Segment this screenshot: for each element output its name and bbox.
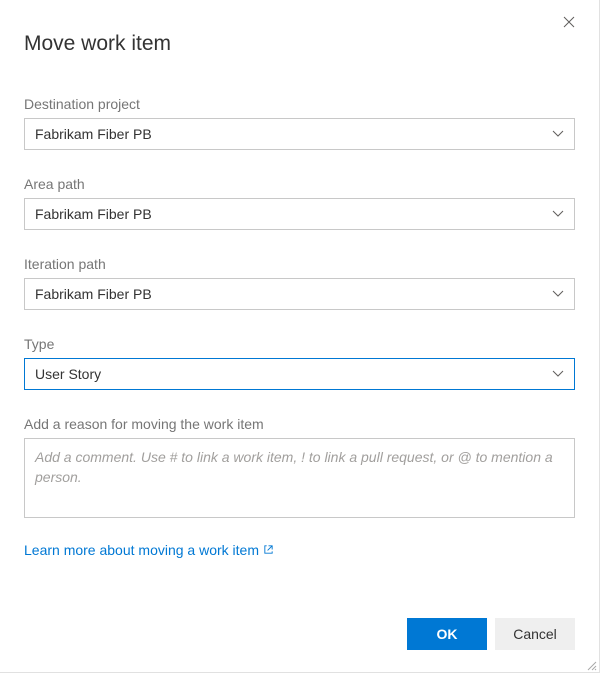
learn-more-link[interactable]: Learn more about moving a work item	[24, 542, 274, 558]
move-work-item-dialog: Move work item Destination project Fabri…	[0, 0, 599, 672]
close-button[interactable]	[559, 12, 579, 36]
iteration-path-label: Iteration path	[24, 256, 575, 272]
destination-project-field: Destination project Fabrikam Fiber PB	[24, 96, 575, 150]
destination-project-value: Fabrikam Fiber PB	[35, 126, 152, 142]
learn-more-text: Learn more about moving a work item	[24, 542, 259, 558]
cancel-button[interactable]: Cancel	[495, 618, 575, 650]
dialog-title: Move work item	[24, 24, 575, 56]
dialog-footer: OK Cancel	[407, 618, 575, 650]
area-path-label: Area path	[24, 176, 575, 192]
iteration-path-dropdown[interactable]: Fabrikam Fiber PB	[24, 278, 575, 310]
area-path-field: Area path Fabrikam Fiber PB	[24, 176, 575, 230]
iteration-path-value: Fabrikam Fiber PB	[35, 286, 152, 302]
chevron-down-icon	[552, 290, 564, 298]
reason-textarea[interactable]: Add a comment. Use # to link a work item…	[24, 438, 575, 518]
reason-field: Add a reason for moving the work item Ad…	[24, 416, 575, 518]
type-value: User Story	[35, 366, 101, 382]
type-label: Type	[24, 336, 575, 352]
reason-label: Add a reason for moving the work item	[24, 416, 575, 432]
ok-button[interactable]: OK	[407, 618, 487, 650]
type-dropdown[interactable]: User Story	[24, 358, 575, 390]
type-field: Type User Story	[24, 336, 575, 390]
chevron-down-icon	[552, 130, 564, 138]
area-path-dropdown[interactable]: Fabrikam Fiber PB	[24, 198, 575, 230]
external-link-icon	[263, 542, 274, 558]
iteration-path-field: Iteration path Fabrikam Fiber PB	[24, 256, 575, 310]
destination-project-label: Destination project	[24, 96, 575, 112]
resize-grip-icon	[585, 658, 597, 670]
reason-placeholder: Add a comment. Use # to link a work item…	[35, 447, 564, 488]
area-path-value: Fabrikam Fiber PB	[35, 206, 152, 222]
destination-project-dropdown[interactable]: Fabrikam Fiber PB	[24, 118, 575, 150]
close-icon	[563, 15, 575, 32]
chevron-down-icon	[552, 370, 564, 378]
chevron-down-icon	[552, 210, 564, 218]
